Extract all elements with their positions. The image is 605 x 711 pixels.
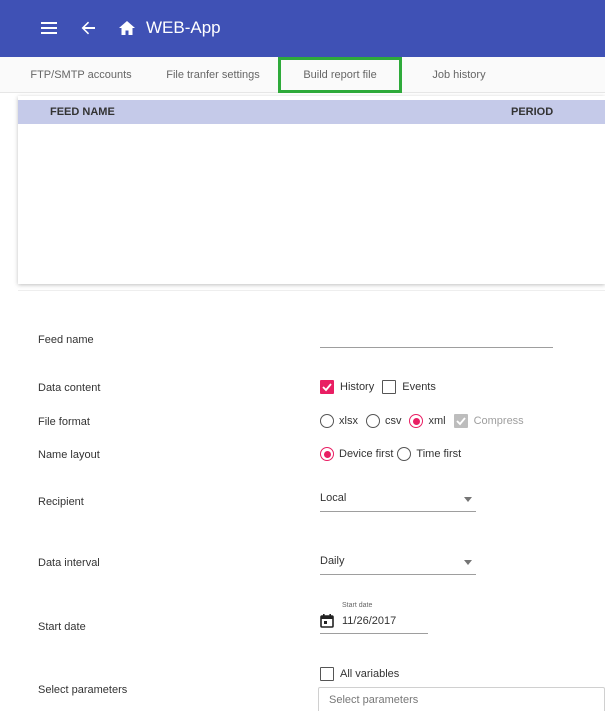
file-format-options: xlsx csv xml Compress xyxy=(320,414,524,428)
start-date-label: Start date xyxy=(38,621,86,633)
tab-job-history[interactable]: Job history xyxy=(404,57,514,93)
xlsx-radio[interactable] xyxy=(320,414,334,428)
app-bar: WEB-App xyxy=(0,0,605,57)
section-divider xyxy=(18,290,605,291)
data-content-label: Data content xyxy=(38,382,101,394)
tab-bar: FTP/SMTP accounts File tranfer settings … xyxy=(0,57,605,93)
column-period[interactable]: PERIOD xyxy=(511,106,553,118)
data-interval-select[interactable]: Daily xyxy=(320,553,476,575)
menu-icon[interactable] xyxy=(38,17,60,39)
start-date-field[interactable]: Start date 11/26/2017 xyxy=(320,600,428,634)
events-checkbox[interactable] xyxy=(382,380,397,394)
recipient-value: Local xyxy=(320,492,347,504)
compress-checkbox[interactable] xyxy=(453,414,468,428)
start-date-field-label: Start date xyxy=(342,602,373,609)
table-header: FEED NAME PERIOD xyxy=(18,100,605,124)
start-date-value: 11/26/2017 xyxy=(342,615,397,627)
time-first-label: Time first xyxy=(416,448,462,460)
tab-build-report-file[interactable]: Build report file xyxy=(278,57,402,93)
all-variables-label: All variables xyxy=(340,668,400,680)
recipient-select[interactable]: Local xyxy=(320,490,476,512)
home-icon[interactable] xyxy=(116,17,138,39)
name-layout-options: Device first Time first xyxy=(320,447,461,461)
device-first-radio[interactable] xyxy=(320,447,334,461)
feed-name-label: Feed name xyxy=(38,334,94,346)
back-arrow-icon[interactable] xyxy=(77,17,99,39)
feed-name-input[interactable] xyxy=(320,330,553,348)
select-parameters-label: Select parameters xyxy=(38,684,128,696)
data-content-options: History Events xyxy=(320,380,436,394)
time-first-radio[interactable] xyxy=(397,447,412,461)
xml-radio[interactable] xyxy=(409,414,424,428)
file-format-label: File format xyxy=(38,416,90,428)
dropdown-arrow-icon xyxy=(464,560,472,565)
events-label: Events xyxy=(402,381,436,393)
csv-radio[interactable] xyxy=(365,414,380,428)
all-variables-option: All variables xyxy=(320,667,399,681)
column-feed-name[interactable]: FEED NAME xyxy=(50,106,115,118)
device-first-label: Device first xyxy=(339,448,394,460)
app-title: WEB-App xyxy=(146,18,221,37)
xml-label: xml xyxy=(428,415,446,427)
name-layout-label: Name layout xyxy=(38,449,100,461)
history-label: History xyxy=(340,381,375,393)
recipient-label: Recipient xyxy=(38,496,84,508)
history-checkbox[interactable] xyxy=(320,380,334,394)
data-interval-label: Data interval xyxy=(38,557,100,569)
tab-file-transfer-settings[interactable]: File tranfer settings xyxy=(152,57,274,93)
tab-ftp-smtp-accounts[interactable]: FTP/SMTP accounts xyxy=(20,57,142,93)
feed-table: FEED NAME PERIOD xyxy=(18,96,605,284)
calendar-icon[interactable] xyxy=(320,614,334,633)
all-variables-checkbox[interactable] xyxy=(320,667,334,681)
dropdown-arrow-icon xyxy=(464,497,472,502)
select-parameters-input[interactable]: Select parameters xyxy=(318,687,605,711)
compress-label: Compress xyxy=(473,415,524,427)
data-interval-value: Daily xyxy=(320,555,345,567)
xlsx-label: xlsx xyxy=(339,415,358,427)
csv-label: csv xyxy=(384,415,402,427)
